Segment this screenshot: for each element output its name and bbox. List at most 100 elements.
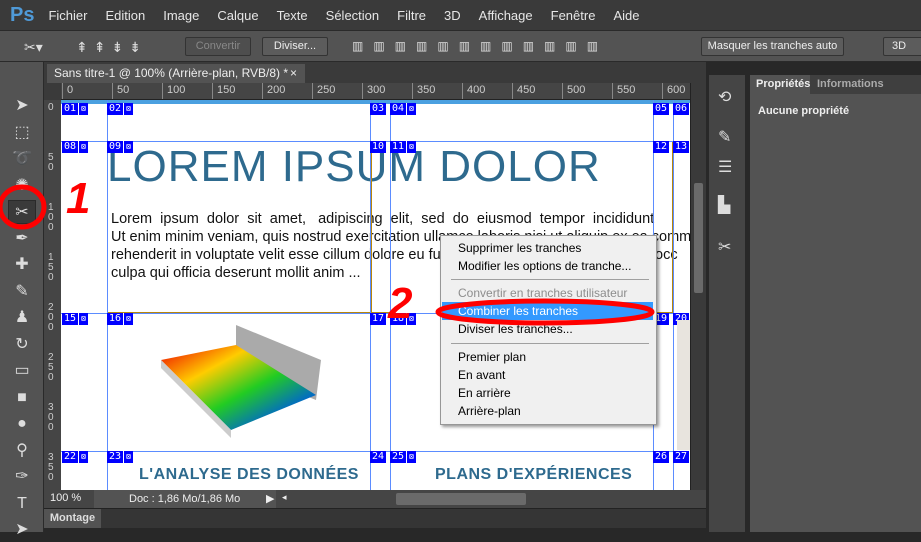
slice-number: 12 [655, 141, 668, 152]
slice-tool-icon[interactable]: ✂ [8, 200, 36, 224]
ruler-label: 600 [667, 84, 686, 96]
menu-item[interactable]: Texte [277, 8, 308, 23]
tool-presets-icon[interactable]: ✂ [718, 237, 731, 257]
vertical-scrollbar[interactable] [690, 83, 706, 490]
slice-label[interactable]: 22 ⊠ [62, 451, 88, 463]
scroll-left-icon[interactable]: ◂ [282, 492, 287, 503]
menu-item[interactable]: Edition [105, 8, 145, 23]
image-slice-icon: ⊠ [123, 313, 131, 325]
image-slice-icon: ⊠ [406, 313, 414, 325]
slice-label[interactable]: 04 ⊠ [390, 103, 416, 115]
selected-slice-09[interactable] [107, 141, 371, 313]
scroll-thumb[interactable] [694, 183, 703, 293]
ruler-label: 0 [67, 84, 74, 96]
hide-auto-slices-button[interactable]: Masquer les tranches auto [701, 37, 844, 56]
ruler-label: 400 [467, 84, 486, 96]
path-select-tool-icon[interactable]: ➤ [8, 518, 36, 542]
document-tab[interactable]: Sans titre-1 @ 100% (Arrière-plan, RVB/8… [47, 64, 305, 83]
brush-tool-icon[interactable]: ✎ [8, 280, 36, 304]
status-menu-arrow-icon[interactable]: ▶ [266, 492, 274, 505]
history-brush-tool-icon[interactable]: ↻ [8, 333, 36, 357]
menu-separator [451, 279, 649, 280]
menu-item[interactable]: Calque [217, 8, 258, 23]
lasso-tool-icon[interactable]: ➰ [8, 147, 36, 171]
menu-item[interactable]: Sélection [326, 8, 379, 23]
slice-label[interactable]: 10 [370, 141, 387, 153]
slice-label[interactable]: 24 [370, 451, 387, 463]
slice-label[interactable]: 23 ⊠ [107, 451, 133, 463]
tab-properties[interactable]: Propriétés [750, 75, 810, 94]
eraser-tool-icon[interactable]: ▭ [8, 359, 36, 383]
type-tool-icon[interactable]: T [8, 492, 36, 516]
slice-label[interactable]: 09 ⊠ [107, 141, 133, 153]
slice-number: 18 [392, 313, 405, 324]
tab-informations[interactable]: Informations [812, 75, 890, 94]
slice-number: 22 [64, 451, 77, 462]
slice-number: 17 [372, 313, 385, 324]
zoom-level[interactable]: 100 % [50, 492, 81, 504]
brush-presets-icon[interactable]: ✎ [718, 127, 731, 147]
context-menu-item[interactable]: En avant [442, 366, 653, 384]
context-menu-item[interactable]: Supprimer les tranches [442, 239, 653, 257]
quick-select-tool-icon[interactable]: ✺ [8, 174, 36, 198]
slice-label[interactable]: 18 ⊠ [390, 313, 416, 325]
ruler-label: 550 [617, 84, 636, 96]
slice-label[interactable]: 11 ⊠ [390, 141, 416, 153]
menu-item[interactable]: Image [163, 8, 199, 23]
slice-label[interactable]: 01 ⊠ [62, 103, 88, 115]
slice-label[interactable]: 08 ⊠ [62, 141, 88, 153]
menu-item[interactable]: Filtre [397, 8, 426, 23]
tab-montage[interactable]: Montage [44, 509, 101, 528]
slice-order-icons[interactable]: ⇞⇞⇟⇟ [76, 39, 147, 56]
convert-button[interactable]: Convertir [185, 37, 251, 56]
workspace-3d-button[interactable]: 3D [883, 37, 921, 56]
menu-item[interactable]: Fichier [48, 8, 87, 23]
context-menu-item: Convertir en tranches utilisateur [458, 286, 628, 300]
context-menu-item[interactable]: Premier plan [442, 348, 653, 366]
slice-label[interactable]: 15 ⊠ [62, 313, 88, 325]
menu-item[interactable]: Fenêtre [551, 8, 596, 23]
adjustments-icon[interactable]: ☰ [718, 157, 732, 177]
menu-item[interactable]: 3D [444, 8, 461, 23]
close-tab-icon[interactable]: × [290, 64, 297, 83]
slice-number: 03 [372, 103, 385, 114]
gradient-tool-icon[interactable]: ■ [8, 386, 36, 410]
selected-slice-10[interactable] [371, 141, 391, 313]
slice-label[interactable]: 12 [653, 141, 670, 153]
image-slice-icon: ⊠ [78, 313, 86, 325]
context-menu-item[interactable]: Modifier les options de tranche... [442, 257, 653, 275]
horizontal-scroll-thumb[interactable] [396, 493, 526, 505]
slice-select-tool-icon[interactable]: ✂▾ [24, 39, 43, 56]
slice-label[interactable]: 02 ⊠ [107, 103, 133, 115]
slice-label[interactable]: 06⊠ [673, 103, 690, 115]
slice-label[interactable]: 17 [370, 313, 387, 325]
menu-item[interactable]: Affichage [479, 8, 533, 23]
slice-label[interactable]: 13⊠ [673, 141, 690, 153]
slice-label[interactable]: 26 [653, 451, 670, 463]
pen-tool-icon[interactable]: ✑ [8, 465, 36, 489]
context-menu-item[interactable]: Arrière-plan [442, 402, 653, 420]
slice-line [107, 100, 108, 490]
marquee-tool-icon[interactable]: ⬚ [8, 121, 36, 145]
dodge-tool-icon[interactable]: ⚲ [8, 439, 36, 463]
align-icons[interactable]: ▥▥▥▥▥▥▥▥▥▥▥▥ [352, 39, 608, 53]
document-title: Sans titre-1 @ 100% (Arrière-plan, RVB/8… [54, 66, 289, 80]
slice-label[interactable]: 05 [653, 103, 670, 115]
move-tool-icon[interactable]: ➤ [8, 94, 36, 118]
slice-label[interactable]: 27⊠ [673, 451, 690, 463]
divide-button[interactable]: Diviser... [262, 37, 328, 56]
slice-label[interactable]: 16 ⊠ [107, 313, 133, 325]
history-icon[interactable]: ⟲ [718, 87, 731, 107]
slice-label[interactable]: 03 [370, 103, 387, 115]
slice-label[interactable]: 25 ⊠ [390, 451, 416, 463]
healing-tool-icon[interactable]: ✚ [8, 253, 36, 277]
menu-item[interactable]: Aide [613, 8, 639, 23]
eyedropper-tool-icon[interactable]: ✒ [8, 227, 36, 251]
context-menu-item[interactable]: Combiner les tranches [442, 302, 653, 320]
blur-tool-icon[interactable]: ● [8, 412, 36, 436]
slice-number: 09 [109, 141, 122, 152]
stamp-tool-icon[interactable]: ♟ [8, 306, 36, 330]
context-menu-item[interactable]: Diviser les tranches... [442, 320, 653, 338]
clone-source-icon[interactable]: ▙ [718, 195, 730, 215]
context-menu-item[interactable]: En arrière [442, 384, 653, 402]
